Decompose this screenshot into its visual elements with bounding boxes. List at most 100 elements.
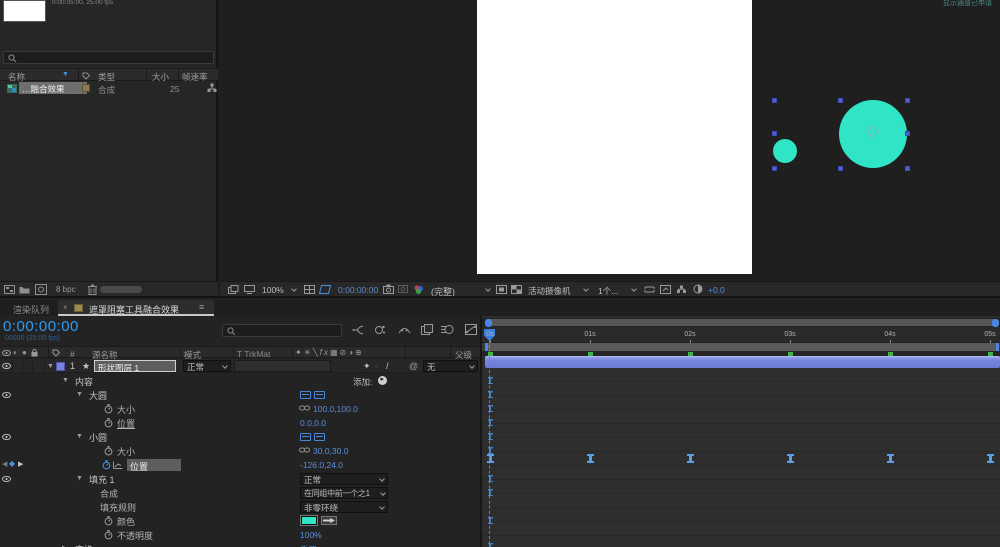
- stopwatch-icon-active[interactable]: [102, 460, 111, 470]
- panel-menu-icon[interactable]: ≡: [199, 302, 204, 312]
- project-search-input[interactable]: [3, 51, 214, 64]
- fill-color-swatch[interactable]: [301, 516, 317, 525]
- tab-render-queue[interactable]: 渲染队列: [13, 303, 49, 316]
- fill-rule-dropdown[interactable]: 非零环绕: [300, 501, 388, 513]
- position-keyframe-icon[interactable]: [587, 454, 594, 463]
- shy-layers-icon[interactable]: [398, 325, 411, 335]
- twirl-down-icon[interactable]: ▼: [76, 475, 83, 482]
- add-label[interactable]: 添加:: [353, 376, 372, 388]
- stopwatch-icon[interactable]: [104, 404, 113, 414]
- project-item-row[interactable]: …融合效果 合成 25: [0, 82, 218, 95]
- prev-keyframe-icon[interactable]: ◀: [2, 460, 7, 468]
- footage-interpret-icon[interactable]: [4, 285, 15, 294]
- blend-mode-dropdown[interactable]: 正常: [183, 360, 231, 372]
- link-dimensions-icon[interactable]: [299, 447, 310, 453]
- motion-blur-icon[interactable]: [441, 324, 454, 335]
- stopwatch-icon[interactable]: [104, 446, 113, 456]
- size-value[interactable]: 100.0,100.0: [313, 404, 358, 414]
- position-value[interactable]: 0.0,0.0: [300, 418, 326, 428]
- comp-marker-green[interactable]: [488, 352, 493, 356]
- chevron-down-icon[interactable]: [583, 286, 589, 292]
- comp-marker-green[interactable]: [688, 352, 693, 356]
- layer-name-edit-box[interactable]: 形状图层 1: [94, 360, 176, 372]
- comp-marker-green[interactable]: [588, 352, 593, 356]
- chevron-down-icon[interactable]: [631, 286, 637, 292]
- tab-close-icon[interactable]: ×: [63, 303, 68, 312]
- position-keyframe-icon[interactable]: [887, 454, 894, 463]
- horizontal-scrollbar-thumb[interactable]: [100, 286, 142, 293]
- chevron-down-icon[interactable]: [485, 286, 491, 292]
- show-channels-icon[interactable]: [413, 284, 424, 295]
- timeline-comp-button-icon[interactable]: [660, 285, 671, 294]
- position-keyframe-icon[interactable]: [787, 454, 794, 463]
- color-picker-icon[interactable]: [321, 516, 337, 525]
- eye-icon[interactable]: [2, 476, 11, 482]
- new-composition-icon[interactable]: [35, 284, 47, 295]
- transparency-grid-icon[interactable]: [511, 285, 522, 294]
- prop-row-fill-rule[interactable]: 填充规则 非零环绕: [0, 500, 480, 514]
- comp-mini-flowchart-icon[interactable]: [352, 325, 364, 336]
- effects-switch-icon[interactable]: ◦: [375, 361, 378, 371]
- prop-row-big-size[interactable]: 大小 100.0,100.0: [0, 402, 480, 416]
- position-value[interactable]: -126.0,24.0: [300, 460, 343, 470]
- new-folder-icon[interactable]: [19, 285, 30, 294]
- group-row-big-circle[interactable]: ▼ 大圆: [0, 388, 480, 402]
- exposure-value[interactable]: +0.0: [708, 285, 725, 295]
- prop-row-composite[interactable]: 合成 在同组中前一个之1: [0, 486, 480, 500]
- draft-3d-icon[interactable]: [374, 324, 386, 336]
- prop-row-big-position[interactable]: 位置 0.0,0.0: [0, 416, 480, 430]
- layer-label-color[interactable]: [56, 362, 65, 371]
- bit-depth-label[interactable]: 8 bpc: [56, 285, 76, 294]
- eye-icon[interactable]: [2, 434, 11, 440]
- monitor-icon[interactable]: [244, 285, 255, 294]
- frame-blending-icon[interactable]: [421, 324, 433, 335]
- current-timecode[interactable]: 0:00:00:00: [3, 318, 79, 335]
- chevron-down-icon[interactable]: [291, 286, 297, 292]
- grid-guides-icon[interactable]: [304, 285, 315, 294]
- size-value[interactable]: 30.0,30.0: [313, 446, 348, 456]
- label-color-swatch[interactable]: [82, 84, 90, 92]
- position-keyframe-icon[interactable]: [987, 454, 994, 463]
- twirl-down-icon[interactable]: ▼: [62, 377, 69, 384]
- add-play-circle-icon[interactable]: ▸: [378, 376, 387, 385]
- add-keyframe-diamond-icon[interactable]: ◆: [9, 459, 15, 468]
- link-dimensions-icon[interactable]: [299, 405, 310, 411]
- graph-editor-icon[interactable]: [465, 324, 477, 335]
- prop-row-color[interactable]: 颜色: [0, 514, 480, 528]
- selection-handle[interactable]: [905, 98, 910, 103]
- twirl-down-icon[interactable]: ▼: [76, 391, 83, 398]
- quality-switch-icon[interactable]: ✦: [363, 361, 371, 372]
- selection-handle[interactable]: [905, 131, 910, 136]
- snapshot-camera-icon[interactable]: [383, 284, 394, 294]
- stopwatch-icon[interactable]: [104, 418, 113, 428]
- selection-handle[interactable]: [838, 98, 843, 103]
- twirl-down-icon[interactable]: ▼: [76, 433, 83, 440]
- show-snapshot-icon[interactable]: [398, 285, 408, 293]
- comp-marker-green[interactable]: [888, 352, 893, 356]
- twirl-down-icon[interactable]: ▼: [47, 363, 54, 370]
- trkmat-column[interactable]: T TrkMat: [237, 349, 270, 359]
- selection-handle[interactable]: [772, 98, 777, 103]
- prop-row-small-position-selected[interactable]: ◀ ◆ ▶ 位置 -126.0,24.0: [0, 458, 480, 472]
- selection-handle[interactable]: [772, 166, 777, 171]
- stopwatch-icon[interactable]: [104, 530, 113, 540]
- small-circle-shape[interactable]: [773, 139, 797, 163]
- region-of-interest-icon[interactable]: [319, 285, 331, 294]
- parent-dropdown[interactable]: 无: [423, 360, 478, 372]
- transform-reset[interactable]: 重置: [300, 544, 317, 547]
- comp-marker-green[interactable]: [988, 352, 993, 356]
- eye-icon[interactable]: [2, 363, 11, 369]
- zoom-level-dropdown[interactable]: 100%: [262, 285, 284, 295]
- tab-composition-active[interactable]: × 遮罩阻塞工具融合效果 ≡: [58, 300, 214, 316]
- item-name-selected[interactable]: …融合效果: [19, 82, 87, 94]
- selection-handle[interactable]: [772, 131, 777, 136]
- eye-icon[interactable]: [2, 392, 11, 398]
- selection-handle[interactable]: [905, 166, 910, 171]
- comp-marker-green[interactable]: [788, 352, 793, 356]
- position-keyframe-icon[interactable]: [687, 454, 694, 463]
- position-label-selected[interactable]: 位置: [127, 459, 181, 471]
- prop-row-opacity[interactable]: 不透明度 100%: [0, 528, 480, 542]
- position-keyframe-icon[interactable]: [487, 454, 494, 463]
- flowchart-button-icon[interactable]: [676, 285, 687, 294]
- selection-handle[interactable]: [838, 166, 843, 171]
